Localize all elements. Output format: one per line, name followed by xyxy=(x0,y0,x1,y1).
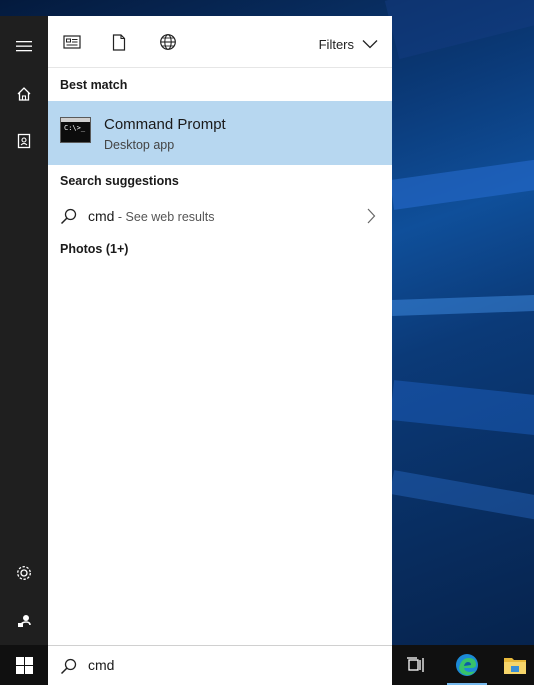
best-match-result[interactable]: C:\>_ Command Prompt Desktop app xyxy=(48,101,392,165)
chevron-right-icon[interactable] xyxy=(366,208,376,224)
taskbar: cmd xyxy=(0,645,534,685)
account-icon[interactable] xyxy=(0,597,48,645)
windows-logo-icon xyxy=(15,656,33,674)
taskbar-search-box[interactable]: cmd xyxy=(48,645,392,685)
best-match-heading: Best match xyxy=(60,78,128,92)
edge-icon[interactable] xyxy=(443,645,491,685)
suggestion-text: cmd - See web results xyxy=(88,208,215,224)
document-icon[interactable] xyxy=(107,30,131,54)
result-title: Command Prompt xyxy=(104,116,226,133)
photos-heading[interactable]: Photos (1+) xyxy=(60,242,128,256)
search-input[interactable]: cmd xyxy=(88,657,114,673)
apps-icon[interactable] xyxy=(60,30,84,54)
menu-icon[interactable] xyxy=(0,22,48,70)
command-prompt-icon: C:\>_ xyxy=(60,117,91,143)
search-scope-toolbar: Filters xyxy=(48,16,392,68)
task-view-icon[interactable] xyxy=(392,645,440,685)
start-button[interactable] xyxy=(0,645,48,685)
home-icon[interactable] xyxy=(0,70,48,118)
web-icon[interactable] xyxy=(156,30,180,54)
search-suggestions-heading: Search suggestions xyxy=(60,174,179,188)
chevron-down-icon xyxy=(362,40,378,49)
start-left-rail xyxy=(0,16,48,645)
web-search-suggestion[interactable]: cmd - See web results xyxy=(48,200,392,232)
search-icon xyxy=(60,208,77,225)
result-subtitle: Desktop app xyxy=(104,138,175,152)
search-results-panel: Filters Best match C:\>_ Command Prompt … xyxy=(48,16,392,645)
filters-button[interactable]: Filters xyxy=(319,34,378,54)
search-icon xyxy=(60,658,77,675)
documents-icon[interactable] xyxy=(0,117,48,165)
settings-icon[interactable] xyxy=(0,549,48,597)
filters-label: Filters xyxy=(318,36,354,52)
file-explorer-icon[interactable] xyxy=(491,645,534,685)
